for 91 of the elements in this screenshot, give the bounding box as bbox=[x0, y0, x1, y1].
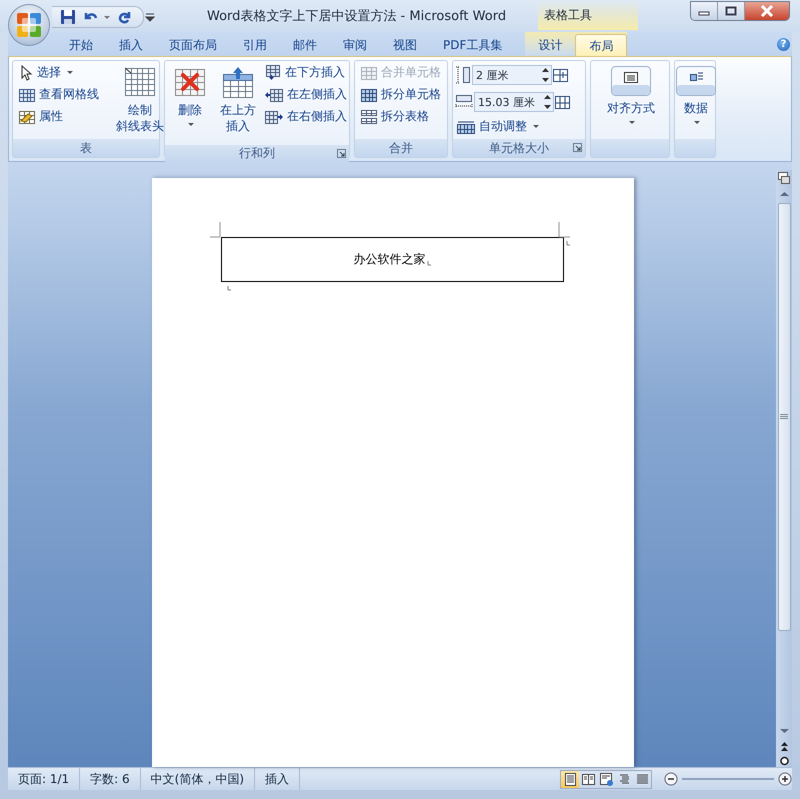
group-label: 单元格大小 bbox=[489, 140, 549, 156]
maximize-icon bbox=[725, 6, 737, 16]
ribbon-button[interactable]: 属性 bbox=[17, 107, 101, 126]
ribbon-button[interactable]: 删除 bbox=[171, 63, 209, 129]
vertical-scrollbar[interactable] bbox=[776, 170, 792, 767]
grip-icon bbox=[780, 414, 788, 420]
ribbon-button[interactable]: 对齐方式 bbox=[604, 63, 658, 127]
office-logo-icon bbox=[16, 12, 42, 38]
reading-layout-icon bbox=[580, 772, 596, 786]
autofit-table-icon bbox=[457, 120, 475, 134]
ribbon-button[interactable]: 绘制 斜线表头 bbox=[113, 63, 167, 136]
ribbon-button[interactable]: 在左侧插入 bbox=[263, 85, 349, 104]
office-button[interactable] bbox=[9, 5, 49, 45]
ribbon-button[interactable]: 查看网格线 bbox=[17, 85, 101, 104]
insert-row-above-icon bbox=[222, 66, 254, 98]
plus-icon bbox=[778, 772, 792, 786]
ribbon-button[interactable]: 在右侧插入 bbox=[263, 107, 349, 126]
ribbon-tab[interactable]: 引用 bbox=[230, 34, 280, 56]
split-table-icon bbox=[361, 110, 377, 124]
maximize-button[interactable] bbox=[718, 2, 745, 20]
ribbon-tab[interactable]: 布局 bbox=[575, 34, 628, 56]
diagonal-header-table-icon bbox=[125, 67, 155, 97]
scrollbar-thumb[interactable] bbox=[778, 203, 790, 631]
dialog-launcher-icon[interactable] bbox=[573, 143, 582, 152]
table-properties-icon bbox=[19, 110, 35, 124]
ribbon-tab[interactable]: 邮件 bbox=[280, 34, 330, 56]
minus-icon bbox=[664, 772, 678, 786]
view-button[interactable] bbox=[561, 770, 579, 788]
ribbon-button[interactable]: 数据 bbox=[673, 63, 719, 127]
close-icon bbox=[760, 5, 774, 17]
ribbon-button[interactable]: 在下方插入 bbox=[263, 63, 349, 82]
ribbon-button[interactable]: 拆分单元格 bbox=[359, 85, 443, 104]
group-label: 行和列 bbox=[239, 145, 275, 162]
ribbon-tab[interactable]: 页面布局 bbox=[156, 34, 230, 56]
draft-view-icon bbox=[634, 772, 650, 786]
row-height-icon bbox=[455, 66, 471, 84]
window-title: Word表格文字上下居中设置方法 - Microsoft Word bbox=[207, 8, 506, 25]
save-icon[interactable] bbox=[60, 9, 76, 25]
ribbon-tab[interactable]: PDF工具集 bbox=[430, 34, 516, 56]
table-icon bbox=[19, 88, 35, 102]
cell-text: 办公软件之家 bbox=[354, 251, 426, 268]
zoom-out-button[interactable] bbox=[664, 772, 678, 786]
caret-icon bbox=[188, 123, 194, 127]
print-layout-icon bbox=[562, 772, 578, 786]
distribute-rows-icon[interactable] bbox=[553, 68, 568, 82]
status-item[interactable]: 字数: 6 bbox=[80, 768, 141, 790]
ribbon-button[interactable]: 自动调整 bbox=[455, 117, 570, 136]
zoom-in-button[interactable] bbox=[778, 772, 792, 786]
status-item[interactable]: 中文(简体，中国) bbox=[140, 768, 256, 790]
cursor-icon bbox=[19, 64, 33, 80]
status-item[interactable]: 插入 bbox=[255, 768, 300, 790]
ribbon-button[interactable]: 拆分表格 bbox=[359, 107, 443, 126]
align-text-icon bbox=[611, 66, 651, 96]
contextual-tab-label: 表格工具 bbox=[538, 0, 638, 30]
repeat-icon[interactable] bbox=[117, 9, 133, 25]
distribute-columns-icon[interactable] bbox=[555, 94, 570, 110]
caret-icon bbox=[694, 121, 700, 125]
group-label: 合并 bbox=[389, 140, 413, 156]
ribbon-tab[interactable]: 审阅 bbox=[330, 34, 380, 56]
crop-marks-icon bbox=[210, 222, 570, 238]
ribbon-tab[interactable]: 插入 bbox=[106, 34, 156, 56]
caret-icon bbox=[533, 124, 540, 128]
ribbon-tab[interactable]: 开始 bbox=[56, 34, 106, 56]
caret-icon bbox=[628, 121, 636, 125]
ruler-toggle-icon[interactable] bbox=[777, 171, 791, 185]
spin-arrows-icon[interactable] bbox=[544, 95, 551, 109]
status-item[interactable]: 页面: 1/1 bbox=[8, 768, 80, 790]
table-delete-icon bbox=[174, 67, 206, 97]
insert-column-left-icon bbox=[265, 88, 283, 102]
column-width-icon bbox=[455, 94, 473, 110]
insert-column-right-icon bbox=[265, 110, 283, 124]
web-layout-icon bbox=[598, 772, 614, 786]
caret-icon bbox=[67, 70, 74, 74]
ribbon-tab[interactable]: 设计 bbox=[525, 34, 576, 56]
end-of-cell-mark-icon bbox=[426, 260, 432, 266]
ribbon-button[interactable]: 在上方 插入 bbox=[217, 63, 259, 136]
ribbon-button[interactable]: 选择 bbox=[17, 63, 101, 82]
spinner-field[interactable]: 15.03 厘米 bbox=[474, 92, 554, 112]
end-of-row-mark-icon bbox=[566, 240, 571, 246]
insert-row-below-icon bbox=[265, 64, 281, 80]
paragraph-mark-icon bbox=[227, 285, 232, 291]
group-label: 表 bbox=[80, 140, 92, 156]
split-cells-icon bbox=[361, 88, 377, 102]
merge-cells-icon bbox=[361, 66, 377, 80]
close-button[interactable] bbox=[745, 2, 789, 20]
view-button[interactable] bbox=[597, 770, 615, 788]
minimize-button[interactable] bbox=[691, 2, 718, 20]
ribbon-tab[interactable]: 视图 bbox=[380, 34, 430, 56]
spinner-field[interactable]: 2 厘米 bbox=[472, 65, 552, 85]
spin-arrows-icon[interactable] bbox=[542, 68, 549, 82]
dialog-launcher-icon[interactable] bbox=[337, 149, 346, 158]
